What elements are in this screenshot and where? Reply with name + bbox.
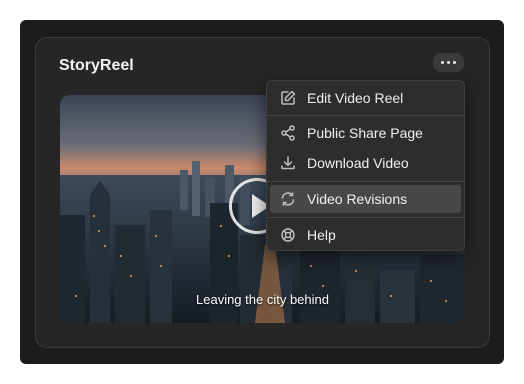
- edit-icon: [278, 88, 298, 108]
- dot-icon: [447, 61, 450, 64]
- menu-item-help[interactable]: Help: [270, 221, 461, 249]
- options-menu: Edit Video Reel Public Share Page Downlo…: [266, 80, 465, 251]
- app-title: StoryReel: [59, 57, 134, 74]
- menu-item-label: Edit Video Reel: [307, 90, 404, 106]
- menu-item-label: Help: [307, 227, 336, 243]
- menu-divider: [267, 181, 464, 182]
- menu-item-public-share-page[interactable]: Public Share Page: [270, 119, 461, 147]
- menu-item-edit-video-reel[interactable]: Edit Video Reel: [270, 84, 461, 112]
- dot-icon: [453, 61, 456, 64]
- menu-item-label: Public Share Page: [307, 125, 423, 141]
- share-icon: [278, 123, 298, 143]
- download-icon: [278, 153, 298, 173]
- revisions-icon: [278, 189, 298, 209]
- dot-icon: [441, 61, 444, 64]
- menu-divider: [267, 115, 464, 116]
- menu-item-download-video[interactable]: Download Video: [270, 149, 461, 177]
- menu-item-label: Download Video: [307, 155, 409, 171]
- menu-item-label: Video Revisions: [307, 191, 408, 207]
- menu-divider: [267, 217, 464, 218]
- video-caption: Leaving the city behind: [196, 292, 329, 307]
- help-icon: [278, 225, 298, 245]
- more-options-button[interactable]: [433, 53, 464, 72]
- menu-item-video-revisions[interactable]: Video Revisions: [270, 185, 461, 213]
